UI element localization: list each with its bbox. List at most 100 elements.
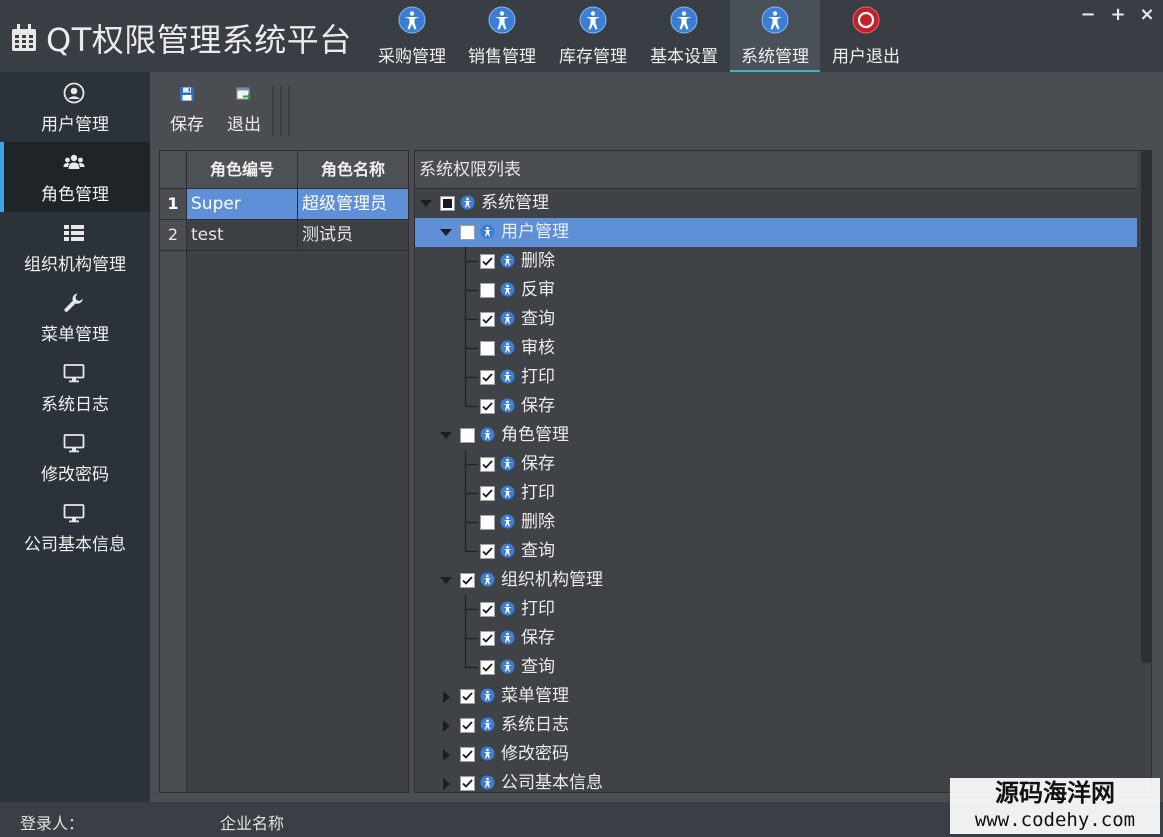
tree-node[interactable]: 修改密码 <box>415 740 1137 769</box>
permission-checkbox[interactable] <box>480 660 495 675</box>
maximize-button[interactable]: + <box>1109 6 1127 24</box>
sidebar-item-company-info[interactable]: 公司基本信息 <box>0 492 150 562</box>
permission-checkbox[interactable] <box>480 457 495 472</box>
save-button-label: 保存 <box>170 115 204 135</box>
cell-role-code[interactable]: test <box>187 220 298 250</box>
table-row[interactable]: 1 Super 超级管理员 <box>160 189 408 220</box>
sidebar-item-change-password[interactable]: 修改密码 <box>0 422 150 492</box>
permission-checkbox[interactable] <box>460 428 475 443</box>
collapse-arrow-icon[interactable] <box>440 720 452 732</box>
cell-role-code[interactable]: Super <box>187 189 298 219</box>
column-header-role-name[interactable]: 角色名称 <box>298 151 408 189</box>
tree-node[interactable]: 组织机构管理 <box>415 566 1137 595</box>
accessibility-icon <box>480 746 495 761</box>
tree-node[interactable]: 保存 <box>415 450 1137 479</box>
sidebar-item-user-management[interactable]: 用户管理 <box>0 72 150 142</box>
sidebar: 用户管理 角色管理 组织机构管理 菜单管理 系统日志 修改密码 公司基本信息 <box>0 72 150 802</box>
tree-node[interactable]: 删除 <box>415 247 1137 276</box>
tree-node[interactable]: 菜单管理 <box>415 682 1137 711</box>
tree-node[interactable]: 审核 <box>415 334 1137 363</box>
collapse-arrow-icon[interactable] <box>440 749 452 761</box>
sidebar-item-role-management[interactable]: 角色管理 <box>0 142 150 212</box>
nav-tab-system[interactable]: 系统管理 <box>730 0 820 72</box>
tree-node[interactable]: 保存 <box>415 624 1137 653</box>
minimize-button[interactable]: − <box>1079 6 1097 24</box>
permission-checkbox[interactable] <box>460 718 475 733</box>
nav-tab-inventory[interactable]: 库存管理 <box>548 0 638 72</box>
cell-role-name[interactable]: 超级管理员 <box>298 189 408 219</box>
tree-node[interactable]: 查询 <box>415 305 1137 334</box>
expand-arrow-icon[interactable] <box>440 430 452 442</box>
permission-checkbox[interactable] <box>480 399 495 414</box>
nav-tab-label: 用户退出 <box>832 47 900 67</box>
tree-node[interactable]: 查询 <box>415 653 1137 682</box>
tree-node-label: 审核 <box>521 338 555 358</box>
row-number: 1 <box>160 189 187 219</box>
sidebar-item-menu-management[interactable]: 菜单管理 <box>0 282 150 352</box>
collapse-arrow-icon[interactable] <box>440 778 452 790</box>
tree-node[interactable]: 反审 <box>415 276 1137 305</box>
permission-checkbox[interactable] <box>480 370 495 385</box>
close-button[interactable]: × <box>1138 6 1156 24</box>
permission-checkbox[interactable] <box>480 602 495 617</box>
tree-node[interactable]: 系统日志 <box>415 711 1137 740</box>
role-table-header: 角色编号 角色名称 <box>160 151 408 189</box>
permission-checkbox[interactable] <box>480 254 495 269</box>
nav-tab-logout[interactable]: 用户退出 <box>821 0 911 72</box>
checkmark-icon <box>482 547 493 556</box>
permission-checkbox[interactable] <box>460 747 475 762</box>
expand-arrow-icon[interactable] <box>440 227 452 239</box>
tree-node[interactable]: 保存 <box>415 392 1137 421</box>
sidebar-item-label: 菜单管理 <box>41 325 109 345</box>
cell-role-name[interactable]: 测试员 <box>298 220 408 250</box>
sidebar-item-label: 系统日志 <box>41 395 109 415</box>
vertical-scrollbar[interactable] <box>1141 151 1151 663</box>
permission-checkbox[interactable] <box>480 283 495 298</box>
tree-node[interactable]: 查询 <box>415 537 1137 566</box>
permission-checkbox[interactable] <box>440 196 455 211</box>
column-header-role-code[interactable]: 角色编号 <box>187 151 298 189</box>
row-number: 2 <box>160 220 187 250</box>
nav-tab-basic-settings[interactable]: 基本设置 <box>639 0 729 72</box>
checkmark-icon <box>482 634 493 643</box>
sidebar-item-label: 角色管理 <box>41 185 109 205</box>
tree-node[interactable]: 角色管理 <box>415 421 1137 450</box>
permission-checkbox[interactable] <box>480 544 495 559</box>
tree-node-label: 打印 <box>521 367 555 387</box>
collapse-arrow-icon[interactable] <box>440 691 452 703</box>
accessibility-icon <box>480 717 495 732</box>
expand-arrow-icon[interactable] <box>440 575 452 587</box>
toolbar-divider <box>280 86 282 136</box>
save-button[interactable]: 保存 <box>167 86 207 135</box>
accessibility-icon <box>500 282 515 297</box>
permission-checkbox[interactable] <box>460 225 475 240</box>
users-icon <box>63 154 85 169</box>
permission-checkbox[interactable] <box>460 776 475 791</box>
sidebar-item-system-log[interactable]: 系统日志 <box>0 352 150 422</box>
permission-checkbox[interactable] <box>480 341 495 356</box>
nav-tab-purchase[interactable]: 采购管理 <box>367 0 457 72</box>
nav-tab-sales[interactable]: 销售管理 <box>457 0 547 72</box>
exit-button[interactable]: 退出 <box>224 86 264 135</box>
permission-checkbox[interactable] <box>480 486 495 501</box>
tree-node[interactable]: 打印 <box>415 595 1137 624</box>
tree-node[interactable]: 打印 <box>415 479 1137 508</box>
table-corner[interactable] <box>160 151 187 189</box>
list-icon <box>64 225 84 241</box>
table-row[interactable]: 2 test 测试员 <box>160 220 408 251</box>
tree-node[interactable]: 用户管理 <box>415 218 1137 247</box>
tree-node[interactable]: 删除 <box>415 508 1137 537</box>
sidebar-item-label: 用户管理 <box>41 115 109 135</box>
permission-checkbox[interactable] <box>480 312 495 327</box>
toolbar-divider <box>288 86 290 136</box>
expand-arrow-icon[interactable] <box>420 198 432 210</box>
tree-node-label: 保存 <box>521 454 555 474</box>
sidebar-item-org-management[interactable]: 组织机构管理 <box>0 212 150 282</box>
permission-checkbox[interactable] <box>480 515 495 530</box>
tree-node[interactable]: 打印 <box>415 363 1137 392</box>
permission-checkbox[interactable] <box>460 689 475 704</box>
permission-checkbox[interactable] <box>480 631 495 646</box>
tree-node[interactable]: 系统管理 <box>415 189 1137 218</box>
permission-checkbox[interactable] <box>460 573 475 588</box>
user-circle-icon <box>63 82 85 104</box>
